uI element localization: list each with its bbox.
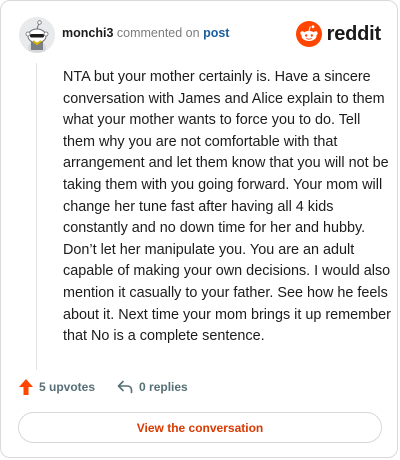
reddit-brand[interactable]: reddit: [295, 19, 382, 49]
comment-meta: monchi3 commented on post: [62, 26, 229, 40]
upvote-count: 5 upvotes: [39, 380, 96, 394]
comment-header: monchi3 commented on post reddit: [19, 17, 381, 53]
upvote-arrow-icon: [19, 379, 33, 395]
snoo-avatar-icon[interactable]: [19, 17, 55, 53]
thread-line: [36, 63, 37, 370]
comment-body: NTA but your mother certainly is. Have a…: [63, 69, 391, 345]
username-link[interactable]: monchi3: [62, 26, 113, 40]
reply-arrow-icon: [117, 380, 133, 394]
reddit-logo-icon: [295, 21, 322, 47]
upvote-button[interactable]: 5 upvotes: [19, 379, 95, 395]
reply-button[interactable]: 0 replies: [117, 380, 188, 394]
reply-count: 0 replies: [139, 380, 188, 394]
action-text: commented on: [116, 26, 200, 40]
comment-actions: 5 upvotes 0 replies: [19, 377, 188, 397]
brand-wordmark: reddit: [326, 22, 382, 45]
view-conversation-button[interactable]: View the conversation: [18, 412, 382, 443]
comment-embed-card: monchi3 commented on post reddit NTA but…: [0, 0, 398, 458]
post-link[interactable]: post: [203, 26, 229, 40]
